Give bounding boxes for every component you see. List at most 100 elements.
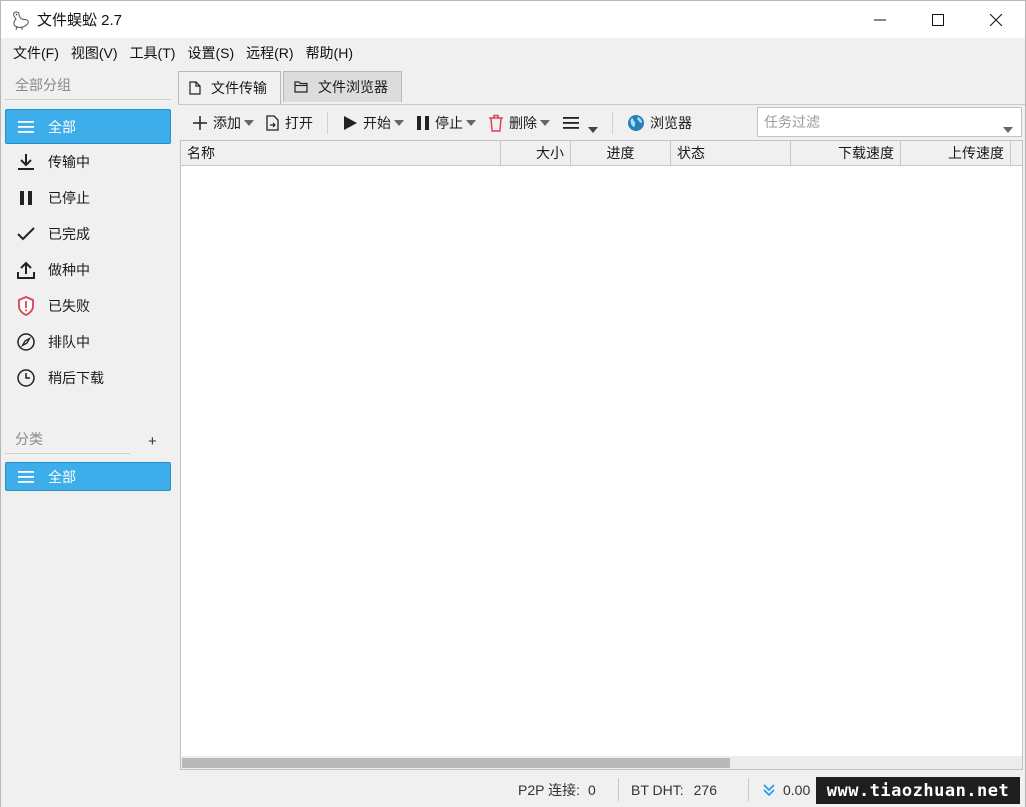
sidebar: 全部分组 全部 传输中 已停止 已完成 做种中 已失败 排队中 稍后下载 分类 … <box>1 68 177 771</box>
sidebar-item-failed[interactable]: 已失败 <box>5 288 171 324</box>
sidebar-item-queued[interactable]: 排队中 <box>5 324 171 360</box>
chevron-down-icon <box>466 119 476 126</box>
p2p-value: 0 <box>588 781 596 798</box>
folder-icon <box>294 81 308 93</box>
shield-alert-icon <box>16 296 36 316</box>
toolbar: 添加 打开 开始 停止 删除 浏览器 任务过滤 <box>178 104 1025 140</box>
groups-heading: 全部分组 <box>15 77 71 93</box>
maximize-icon <box>932 13 944 26</box>
window-title: 文件蜈蚣 2.7 <box>37 12 123 29</box>
browser-button[interactable]: 浏览器 <box>621 108 698 138</box>
column-size[interactable]: 大小 <box>501 141 571 165</box>
sidebar-item-completed[interactable]: 已完成 <box>5 216 171 252</box>
tab-label: 文件传输 <box>211 80 267 96</box>
task-filter[interactable] <box>757 107 1022 137</box>
globe-icon <box>627 114 645 132</box>
upload-icon <box>16 260 36 280</box>
file-icon <box>189 81 201 95</box>
download-speed-value: 0.00 <box>783 781 811 798</box>
check-icon <box>16 224 36 244</box>
trash-icon <box>488 114 504 132</box>
table-header: 名称 大小 进度 状态 下载速度 上传速度 <box>181 141 1022 166</box>
sidebar-item-label: 排队中 <box>48 334 90 350</box>
chevron-down-icon[interactable] <box>1003 120 1013 136</box>
maximize-button[interactable] <box>909 1 967 38</box>
chevron-down-icon <box>394 119 404 126</box>
status-divider <box>748 778 749 801</box>
menu-settings[interactable]: 设置(S) <box>181 43 240 63</box>
column-download-speed[interactable]: 下载速度 <box>791 141 901 165</box>
category-item-all[interactable]: 全部 <box>5 462 171 491</box>
tab-bar: 文件传输 文件浏览器 <box>178 71 404 104</box>
menu-help[interactable]: 帮助(H) <box>300 43 359 63</box>
browser-label: 浏览器 <box>650 114 692 131</box>
menu-view[interactable]: 视图(V) <box>65 43 124 63</box>
minimize-icon <box>874 19 886 20</box>
open-file-icon <box>266 114 280 131</box>
start-label: 开始 <box>363 114 391 131</box>
column-upload-speed[interactable]: 上传速度 <box>901 141 1011 165</box>
category-divider <box>5 453 130 454</box>
p2p-label: P2P 连接: <box>518 781 580 798</box>
window-controls <box>851 1 1025 38</box>
add-button[interactable]: 添加 <box>186 108 260 138</box>
menu-remote[interactable]: 远程(R) <box>240 43 299 63</box>
tab-file-browser[interactable]: 文件浏览器 <box>283 71 402 102</box>
task-filter-input[interactable] <box>758 114 993 130</box>
pause-icon <box>416 115 430 131</box>
stop-button[interactable]: 停止 <box>410 108 482 138</box>
toolbar-divider <box>612 111 613 134</box>
column-status[interactable]: 状态 <box>671 141 791 165</box>
download-speed-status[interactable]: 0.00 <box>763 772 810 807</box>
scrollbar-thumb[interactable] <box>182 758 730 768</box>
sidebar-item-label: 做种中 <box>48 262 90 278</box>
category-heading: 分类 <box>15 431 43 447</box>
stop-label: 停止 <box>435 114 463 131</box>
sidebar-item-all[interactable]: 全部 <box>5 109 171 144</box>
sidebar-item-transferring[interactable]: 传输中 <box>5 144 171 180</box>
start-button[interactable]: 开始 <box>336 108 410 138</box>
sidebar-item-seeding[interactable]: 做种中 <box>5 252 171 288</box>
main-panel: 文件传输 文件浏览器 添加 打开 开始 停止 删除 浏览器 任务过滤 名称 大小… <box>178 68 1025 771</box>
watermark: www.tiaozhuan.net <box>816 777 1020 804</box>
pause-icon <box>16 188 36 208</box>
play-icon <box>342 115 358 131</box>
column-name[interactable]: 名称 <box>181 141 501 165</box>
list-icon <box>16 467 36 487</box>
add-label: 添加 <box>213 114 241 131</box>
more-menu-button[interactable] <box>556 108 604 138</box>
tab-label: 文件浏览器 <box>318 79 388 95</box>
tab-file-transfer[interactable]: 文件传输 <box>178 71 281 104</box>
minimize-button[interactable] <box>851 1 909 38</box>
chevron-down-icon <box>588 126 598 133</box>
add-category-button[interactable]: + <box>148 433 157 450</box>
list-icon <box>16 117 36 137</box>
sidebar-item-later[interactable]: 稍后下载 <box>5 360 171 396</box>
chevron-down-icon <box>244 119 254 126</box>
open-button[interactable]: 打开 <box>260 108 319 138</box>
status-divider <box>618 778 619 801</box>
menu-file[interactable]: 文件(F) <box>7 43 65 63</box>
sidebar-item-label: 已失败 <box>48 298 90 314</box>
app-window: 文件蜈蚣 2.7 文件(F) 视图(V) 工具(T) 设置(S) 远程(R) 帮… <box>0 0 1026 807</box>
delete-button[interactable]: 删除 <box>482 108 556 138</box>
compass-icon <box>16 332 36 352</box>
toolbar-divider <box>327 111 328 134</box>
horizontal-scrollbar[interactable] <box>181 756 1022 769</box>
download-icon <box>16 152 36 172</box>
p2p-status: P2P 连接: 0 <box>518 772 596 807</box>
clock-icon <box>16 368 36 388</box>
category-list: 全部 <box>5 462 171 491</box>
plus-icon <box>192 115 208 131</box>
groups-divider <box>5 99 171 100</box>
dht-label: BT DHT: <box>631 781 684 798</box>
group-list: 全部 传输中 已停止 已完成 做种中 已失败 排队中 稍后下载 <box>5 109 171 396</box>
sidebar-item-stopped[interactable]: 已停止 <box>5 180 171 216</box>
column-progress[interactable]: 进度 <box>571 141 671 165</box>
transfer-table[interactable]: 名称 大小 进度 状态 下载速度 上传速度 <box>180 140 1023 770</box>
menu-tools[interactable]: 工具(T) <box>124 43 182 63</box>
delete-label: 删除 <box>509 114 537 131</box>
sidebar-item-label: 传输中 <box>48 154 90 170</box>
close-icon <box>990 13 1002 26</box>
close-button[interactable] <box>967 1 1025 38</box>
